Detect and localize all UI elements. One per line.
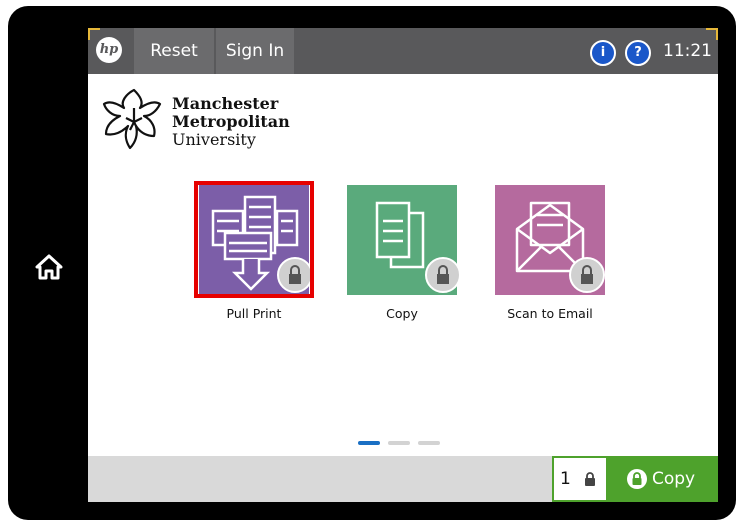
university-logo-icon xyxy=(102,88,162,150)
app-tile-copy[interactable] xyxy=(347,185,461,295)
app-tile-scan-to-email[interactable] xyxy=(495,185,605,295)
top-bar: hp Reset Sign In i ? 11:21 xyxy=(88,28,718,74)
copies-value: 1 xyxy=(560,469,571,489)
page-dot-active[interactable] xyxy=(358,441,380,445)
screen: hp Reset Sign In i ? 11:21 Manchester Me… xyxy=(88,28,718,502)
corner-accent xyxy=(706,28,718,40)
university-name-line3: University xyxy=(172,130,256,149)
home-icon[interactable] xyxy=(34,252,64,282)
app-label: Scan to Email xyxy=(507,306,593,321)
copies-input[interactable]: 1 xyxy=(552,456,608,502)
app-label: Pull Print xyxy=(226,306,282,321)
copy-button[interactable]: Copy xyxy=(608,456,718,502)
info-icon[interactable]: i xyxy=(590,40,616,66)
lock-icon xyxy=(425,257,461,293)
app-label: Copy xyxy=(386,306,418,321)
university-name-line1: Manchester xyxy=(172,94,279,113)
reset-button[interactable]: Reset xyxy=(134,28,214,74)
lock-icon xyxy=(627,469,647,489)
page-dot[interactable] xyxy=(388,441,410,445)
university-name-line2: Metropolitan xyxy=(172,112,290,131)
university-name: Manchester Metropolitan University xyxy=(172,95,290,149)
corner-accent xyxy=(88,28,100,40)
page-dot[interactable] xyxy=(418,441,440,445)
lock-icon xyxy=(569,257,605,293)
lock-icon xyxy=(585,472,595,486)
help-icon[interactable]: ? xyxy=(625,40,651,66)
clock: 11:21 xyxy=(663,41,712,61)
hp-logo: hp xyxy=(96,37,122,63)
copy-button-label: Copy xyxy=(652,469,696,489)
selection-highlight xyxy=(194,181,314,298)
bottom-bar: 1 Copy xyxy=(88,456,718,502)
sign-in-button[interactable]: Sign In xyxy=(216,28,294,74)
